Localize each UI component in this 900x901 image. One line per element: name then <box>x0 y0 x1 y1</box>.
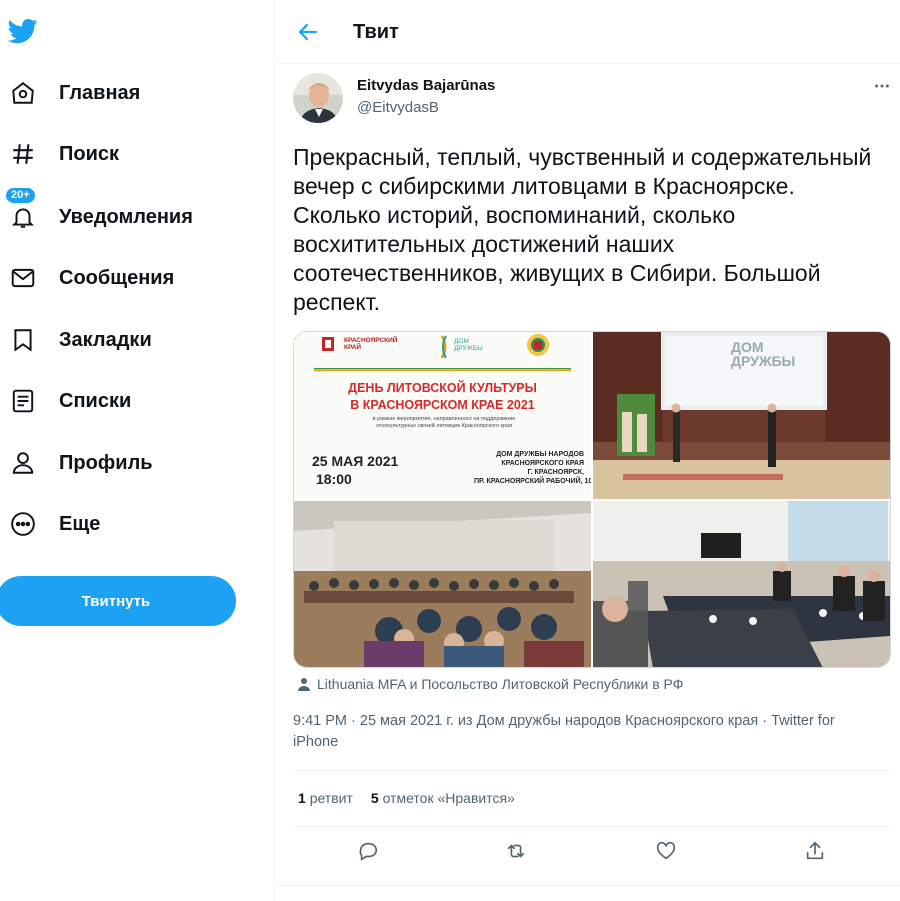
poster-photo[interactable]: КРАСНОЯРСКИЙ КРАЙ ДОМ ДРУЖБЫ ДЕНЬ ЛИТОВС… <box>294 332 591 499</box>
sidebar-item-home[interactable]: Главная <box>0 68 250 118</box>
poster-time: 18:00 <box>316 471 352 487</box>
list-icon <box>10 388 36 414</box>
main-column: Твит Eitvydas Bajarūnas @EitvydasB Прекр… <box>276 0 900 901</box>
sidebar-item-label: Еще <box>59 512 101 535</box>
poster-date: 25 МАЯ 2021 <box>312 453 399 469</box>
sidebar-item-explore[interactable]: Поиск <box>0 129 250 179</box>
poster-dom-logo: ДОМ ДРУЖБЫ <box>454 338 483 352</box>
divider <box>276 885 900 886</box>
likes-count: 5 <box>370 790 379 806</box>
sidebar-item-label: Профиль <box>59 451 153 474</box>
envelope-icon <box>10 265 36 291</box>
poster-brand: КРАСНОЯРСКИЙ КРАЙ <box>344 337 398 351</box>
avatar[interactable] <box>293 73 343 123</box>
retweets-label: ретвит <box>309 790 353 806</box>
tagged-users[interactable]: Lithuania MFA и Посольство Литовской Рес… <box>297 676 683 692</box>
divider <box>293 826 891 827</box>
author-name[interactable]: Eitvydas Bajarūnas <box>357 77 495 94</box>
share-icon[interactable] <box>804 840 828 864</box>
person-icon <box>298 678 310 691</box>
sidebar-item-label: Главная <box>59 81 141 104</box>
poster-subtitle: в рамках мероприятия, направленного на п… <box>372 416 516 429</box>
person-icon <box>10 450 36 476</box>
tweet-stats: 1 ретвит 5 отметок «Нравится» <box>298 790 515 806</box>
sidebar-item-more[interactable]: Еще <box>0 499 250 549</box>
sidebar-item-lists[interactable]: Списки <box>0 376 250 426</box>
reply-icon[interactable] <box>357 840 381 864</box>
sidebar-item-label: Сообщения <box>59 266 175 289</box>
tweet-button[interactable]: Твитнуть <box>0 576 236 626</box>
sidebar-item-label: Поиск <box>59 142 120 165</box>
divider <box>293 770 891 771</box>
poster-place: ДОМ ДРУЖБЫ НАРОДОВ КРАСНОЯРСКОГО КРАЯ Г.… <box>474 451 591 485</box>
audience-photo[interactable] <box>294 501 591 667</box>
sidebar-item-label: Уведомления <box>59 205 193 228</box>
sidebar-item-label: Списки <box>59 389 132 412</box>
author-handle[interactable]: @EitvydasB <box>357 99 439 116</box>
likes-stat[interactable]: 5 отметок «Нравится» <box>371 790 515 806</box>
like-heart-icon[interactable] <box>655 840 679 864</box>
sidebar: Главная Поиск 20+ Уведомления Сообщения … <box>0 0 275 901</box>
twitter-bird-icon[interactable] <box>7 16 38 46</box>
stage-photo[interactable]: ДОМ ДРУЖБЫ <box>593 332 890 499</box>
sidebar-item-label: Закладки <box>59 328 152 351</box>
likes-label: отметок «Нравится» <box>382 790 515 806</box>
tweet-text: Прекрасный, теплый, чувственный и содерж… <box>293 144 872 315</box>
retweet-icon[interactable] <box>505 840 529 864</box>
sidebar-item-messages[interactable]: Сообщения <box>0 253 250 303</box>
tweet-meta: 9:41 PM · 25 мая 2021 г. из Дом дружбы н… <box>293 713 835 750</box>
sidebar-item-profile[interactable]: Профиль <box>0 438 250 488</box>
back-arrow-icon[interactable] <box>296 20 320 44</box>
home-icon <box>10 80 36 106</box>
page-header: Твит <box>276 0 900 64</box>
tagged-users-label: Lithuania MFA и Посольство Литовской Рес… <box>317 676 684 692</box>
page-title: Твит <box>353 21 399 43</box>
bell-icon <box>10 204 36 230</box>
poster-title: ДЕНЬ ЛИТОВСКОЙ КУЛЬТУРЫ В КРАСНОЯРСКОМ К… <box>348 381 537 412</box>
tweet-actions <box>293 840 891 866</box>
more-circle-icon <box>10 511 36 537</box>
bookmark-icon <box>10 327 36 353</box>
hashtag-icon <box>10 141 36 167</box>
more-options-icon[interactable] <box>872 76 892 96</box>
media-grid: КРАСНОЯРСКИЙ КРАЙ ДОМ ДРУЖБЫ ДЕНЬ ЛИТОВС… <box>293 331 891 668</box>
screen-text: ДОМ ДРУЖБЫ <box>731 339 796 369</box>
sidebar-item-notifications[interactable]: 20+ Уведомления <box>0 186 250 242</box>
meeting-photo[interactable] <box>593 501 890 667</box>
notification-badge: 20+ <box>4 186 37 205</box>
sidebar-item-bookmarks[interactable]: Закладки <box>0 315 250 365</box>
retweets-count: 1 <box>298 790 306 806</box>
retweets-stat[interactable]: 1 ретвит <box>298 790 353 806</box>
